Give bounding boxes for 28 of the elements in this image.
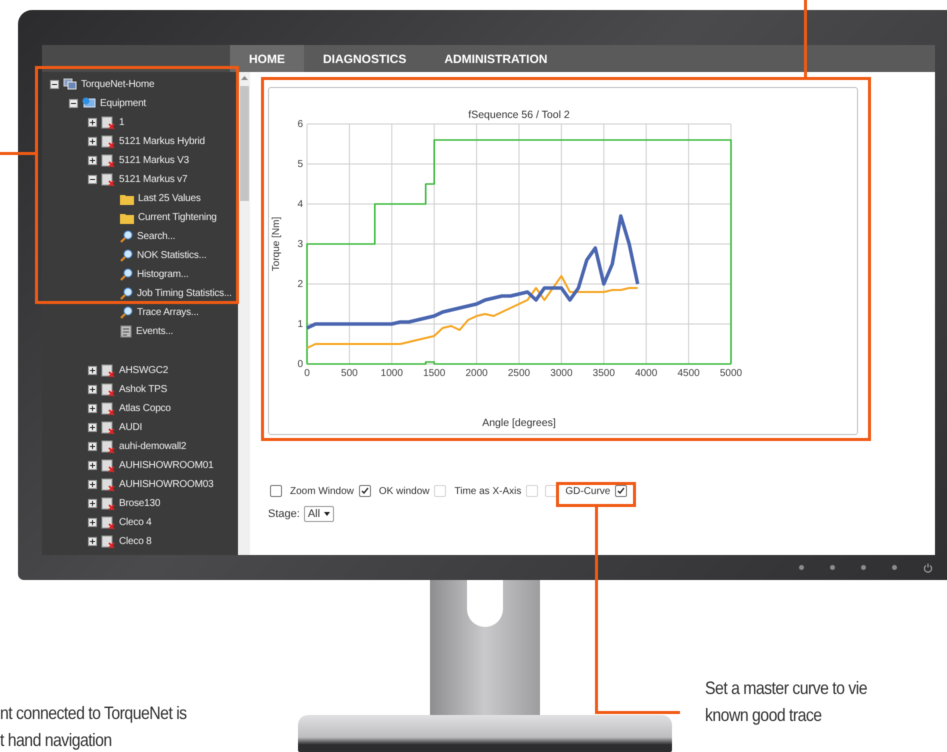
axis-tick-label: 2 xyxy=(297,279,303,290)
axis-tick-label: 4000 xyxy=(635,368,658,379)
axis-tick-label: 2000 xyxy=(465,368,488,379)
option-label: Time as X-Axis xyxy=(454,486,522,496)
callout-text: nt connected to TorqueNet is t hand navigation xyxy=(0,702,187,752)
x-axis-label: Angle [degrees] xyxy=(482,417,556,429)
axis-tick-label: 500 xyxy=(341,368,358,379)
axis-tick-label: 0 xyxy=(297,359,303,370)
stage-label: Stage: xyxy=(268,508,300,520)
axis-tick-label: 0 xyxy=(304,368,310,379)
option-label: Zoom Window xyxy=(290,486,354,496)
axis-tick-label: 2500 xyxy=(508,368,530,379)
axis-tick-label: 3 xyxy=(297,239,303,250)
axis-tick-label: 5 xyxy=(297,159,303,170)
y-axis-label: Torque [Nm] xyxy=(271,216,282,272)
axis-tick-label: 1500 xyxy=(423,368,446,379)
axis-tick-label: 4500 xyxy=(677,368,700,379)
option-label: GD-Curve xyxy=(565,486,610,496)
chart-title: fSequence 56 / Tool 2 xyxy=(468,109,570,121)
axis-tick-label: 6 xyxy=(297,119,303,130)
axis-tick-label: 1000 xyxy=(380,368,403,379)
axis-tick-label: 1 xyxy=(297,319,303,330)
axis-tick-label: 5000 xyxy=(720,368,742,379)
axis-tick-label: 3000 xyxy=(550,368,573,379)
axis-tick-label: 4 xyxy=(297,199,303,210)
callout-text: Set a master curve to vie known good trace xyxy=(705,677,867,727)
axis-tick-label: 3500 xyxy=(592,368,615,379)
option-label: OK window xyxy=(378,486,430,496)
